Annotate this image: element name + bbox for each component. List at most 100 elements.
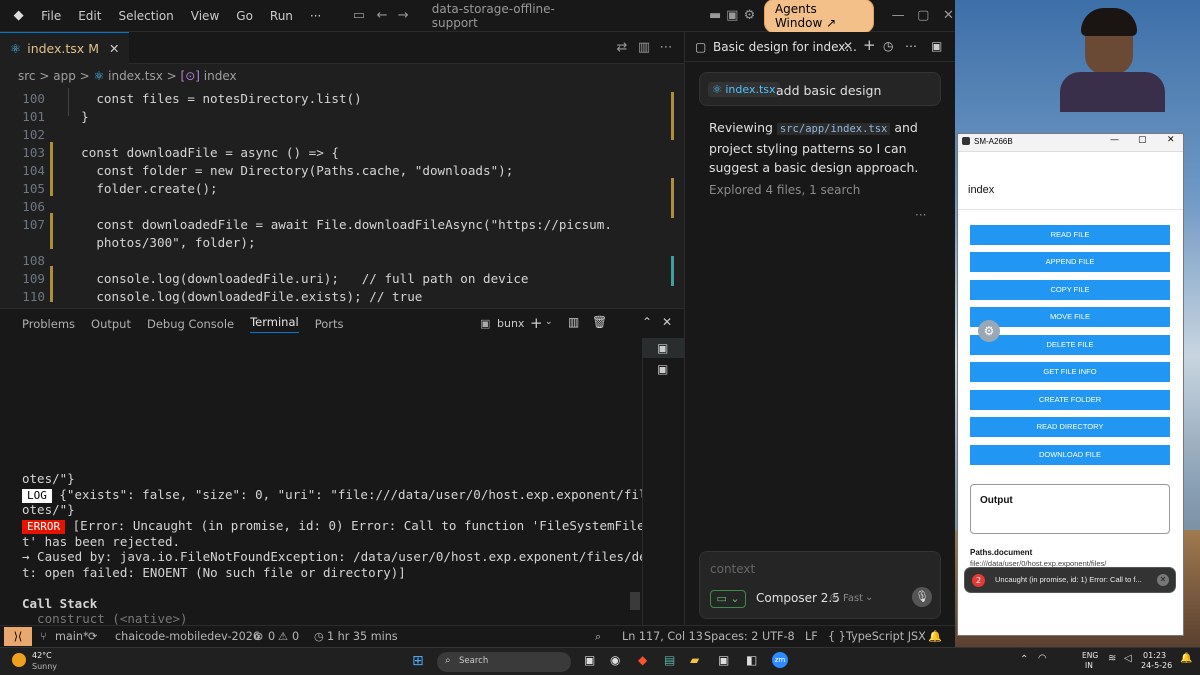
close-chat-icon[interactable]: ✕ xyxy=(843,39,853,53)
forward-arrow-icon[interactable]: → xyxy=(397,8,410,24)
bell-icon[interactable]: 🔔 xyxy=(928,630,942,643)
command-center[interactable]: data-storage-offline-support xyxy=(432,2,571,30)
gear-icon[interactable]: ⚙ xyxy=(743,8,756,24)
windows-start-icon[interactable]: ⊞ xyxy=(412,653,424,669)
notification-icon[interactable]: 🔔 xyxy=(1180,653,1192,664)
close-panel-icon[interactable]: ✕ xyxy=(662,315,672,329)
move-file-button[interactable]: MOVE FILE xyxy=(970,307,1170,327)
minimize-icon[interactable]: — xyxy=(892,8,905,24)
get-file-info-button[interactable]: GET FILE INFO xyxy=(970,362,1170,382)
error-toast[interactable]: 2 Uncaught (in promise, id: 1) Error: Ca… xyxy=(964,567,1176,593)
menu-run[interactable]: Run xyxy=(270,9,293,23)
download-file-button[interactable]: DOWNLOAD FILE xyxy=(970,445,1170,465)
file-explorer-icon[interactable]: ▰ xyxy=(690,653,699,667)
split-editor-icon[interactable]: ▥ xyxy=(636,40,652,56)
chat-title[interactable]: Basic design for index... xyxy=(713,40,857,54)
more-icon[interactable]: ··· xyxy=(915,208,926,222)
history-icon[interactable]: ◷ xyxy=(883,39,893,53)
sync-icon[interactable]: ⟳ xyxy=(88,630,97,643)
weather-temp[interactable]: 42°C xyxy=(32,651,52,660)
trash-icon[interactable]: 🗑 xyxy=(592,315,607,329)
maximize-icon[interactable]: ▢ xyxy=(917,8,930,24)
clock-time[interactable]: 01:23 xyxy=(1143,651,1166,660)
remote-indicator[interactable]: ⟩⟨ xyxy=(4,627,32,646)
new-chat-icon[interactable]: + xyxy=(863,36,876,54)
toast-close-icon[interactable]: ✕ xyxy=(1157,574,1169,586)
shell-name[interactable]: bunx xyxy=(497,317,524,330)
warning-count[interactable]: 0 xyxy=(292,630,299,643)
tab-index-tsx[interactable]: ⚛ index.tsx M ✕ xyxy=(0,32,130,64)
user-message[interactable]: ⚛ index.tsx add basic design xyxy=(699,72,941,106)
chrome-icon[interactable]: ◉ xyxy=(610,653,620,667)
toggle-panel-icon[interactable]: ▬ xyxy=(709,8,722,24)
tab-terminal[interactable]: Terminal xyxy=(250,315,299,333)
workspace-name[interactable]: chaicode-mobiledev-2026 xyxy=(115,630,260,643)
more-icon[interactable]: ⋯ xyxy=(905,39,917,53)
brave-icon[interactable]: ◆ xyxy=(638,653,647,667)
close-icon[interactable]: ✕ xyxy=(942,8,955,24)
vscode-app-icon[interactable]: ◧ xyxy=(746,653,757,667)
tab-debug-console[interactable]: Debug Console xyxy=(147,317,234,331)
menu-selection[interactable]: Selection xyxy=(118,9,173,23)
minimize-icon[interactable]: — xyxy=(1110,135,1119,145)
wifi-icon[interactable]: ◠ xyxy=(1038,653,1047,664)
breadcrumb-src[interactable]: src xyxy=(18,69,36,83)
breadcrumb-symbol[interactable]: index xyxy=(204,69,237,83)
delete-file-button[interactable]: DELETE FILE xyxy=(970,335,1170,355)
terminal-output[interactable]: otes/"} LOG {"exists": false, "size": 0,… xyxy=(0,338,642,625)
maximize-panel-icon[interactable]: ⌃ xyxy=(642,315,652,329)
chevron-down-icon[interactable]: ⌄ xyxy=(865,592,873,603)
network-icon[interactable]: ≋ xyxy=(1108,653,1116,664)
append-file-button[interactable]: APPEND FILE xyxy=(970,252,1170,272)
breadcrumb-app[interactable]: app xyxy=(53,69,76,83)
cursor-position[interactable]: Ln 117, Col 13 xyxy=(622,630,703,643)
file-chip[interactable]: ⚛ index.tsx xyxy=(708,82,780,97)
session-time[interactable]: 1 hr 35 mins xyxy=(327,630,398,643)
menu-file[interactable]: File xyxy=(41,9,61,23)
panel-toggle-icon[interactable]: ▣ xyxy=(931,39,942,53)
tab-close-icon[interactable]: ✕ xyxy=(109,41,119,56)
model-name[interactable]: Composer 2.5 xyxy=(756,591,840,605)
weather-icon[interactable] xyxy=(12,653,26,667)
tab-problems[interactable]: Problems xyxy=(22,317,75,331)
compare-icon[interactable]: ⇄ xyxy=(614,40,630,56)
tab-ports[interactable]: Ports xyxy=(315,317,344,331)
explored-summary[interactable]: Explored 4 files, 1 search xyxy=(709,183,860,197)
task-view-icon[interactable]: ▣ xyxy=(584,653,595,667)
menu-more[interactable]: ··· xyxy=(310,9,321,23)
dev-menu-gear-icon[interactable]: ⚙ xyxy=(978,320,1000,342)
read-directory-button[interactable]: READ DIRECTORY xyxy=(970,417,1170,437)
new-terminal-icon[interactable]: + xyxy=(530,314,543,332)
branch-name[interactable]: main* xyxy=(55,630,89,643)
terminal-scrollbar[interactable] xyxy=(630,592,640,610)
layout-icon[interactable]: ▭ xyxy=(352,8,365,24)
language-mode[interactable]: TypeScript JSX xyxy=(846,630,926,643)
menu-go[interactable]: Go xyxy=(236,9,253,23)
indentation[interactable]: Spaces: 2 xyxy=(704,630,758,643)
split-terminal-icon[interactable]: ▥ xyxy=(568,315,579,329)
cursor-app-icon[interactable]: ▣ xyxy=(718,653,729,667)
read-file-button[interactable]: READ FILE xyxy=(970,225,1170,245)
terminal-app-icon[interactable]: ▤ xyxy=(664,653,675,667)
mode-selector[interactable]: ▭ ⌄ xyxy=(710,590,746,608)
language-code[interactable]: ENG xyxy=(1082,651,1098,660)
microphone-icon[interactable]: 🎙 xyxy=(912,587,932,607)
zoom-app-icon[interactable]: zm xyxy=(772,652,788,668)
menu-view[interactable]: View xyxy=(191,9,219,23)
maximize-icon[interactable]: ▢ xyxy=(1138,135,1147,145)
copy-file-button[interactable]: COPY FILE xyxy=(970,280,1170,300)
composer[interactable]: context ▭ ⌄ Composer 2.5 ◎ Fast ⌄ 🎙 xyxy=(699,551,941,619)
taskbar-search[interactable]: ⌕ Search xyxy=(437,652,571,672)
agents-window-button[interactable]: Agents Window ↗ xyxy=(763,0,874,33)
back-arrow-icon[interactable]: ← xyxy=(376,8,389,24)
speed-label[interactable]: Fast xyxy=(843,593,863,604)
chat-icon[interactable]: ▣ xyxy=(726,8,739,24)
code-editor[interactable]: 100 const files = notesDirectory.list() … xyxy=(0,88,684,308)
line-ending[interactable]: LF xyxy=(805,630,818,643)
error-count[interactable]: 0 xyxy=(268,630,275,643)
menu-edit[interactable]: Edit xyxy=(78,9,101,23)
composer-input[interactable]: context xyxy=(710,562,755,576)
chevron-down-icon[interactable]: ⌄ xyxy=(545,317,553,327)
tray-chevron-icon[interactable]: ⌃ xyxy=(1020,654,1028,665)
close-icon[interactable]: ✕ xyxy=(1167,135,1175,145)
